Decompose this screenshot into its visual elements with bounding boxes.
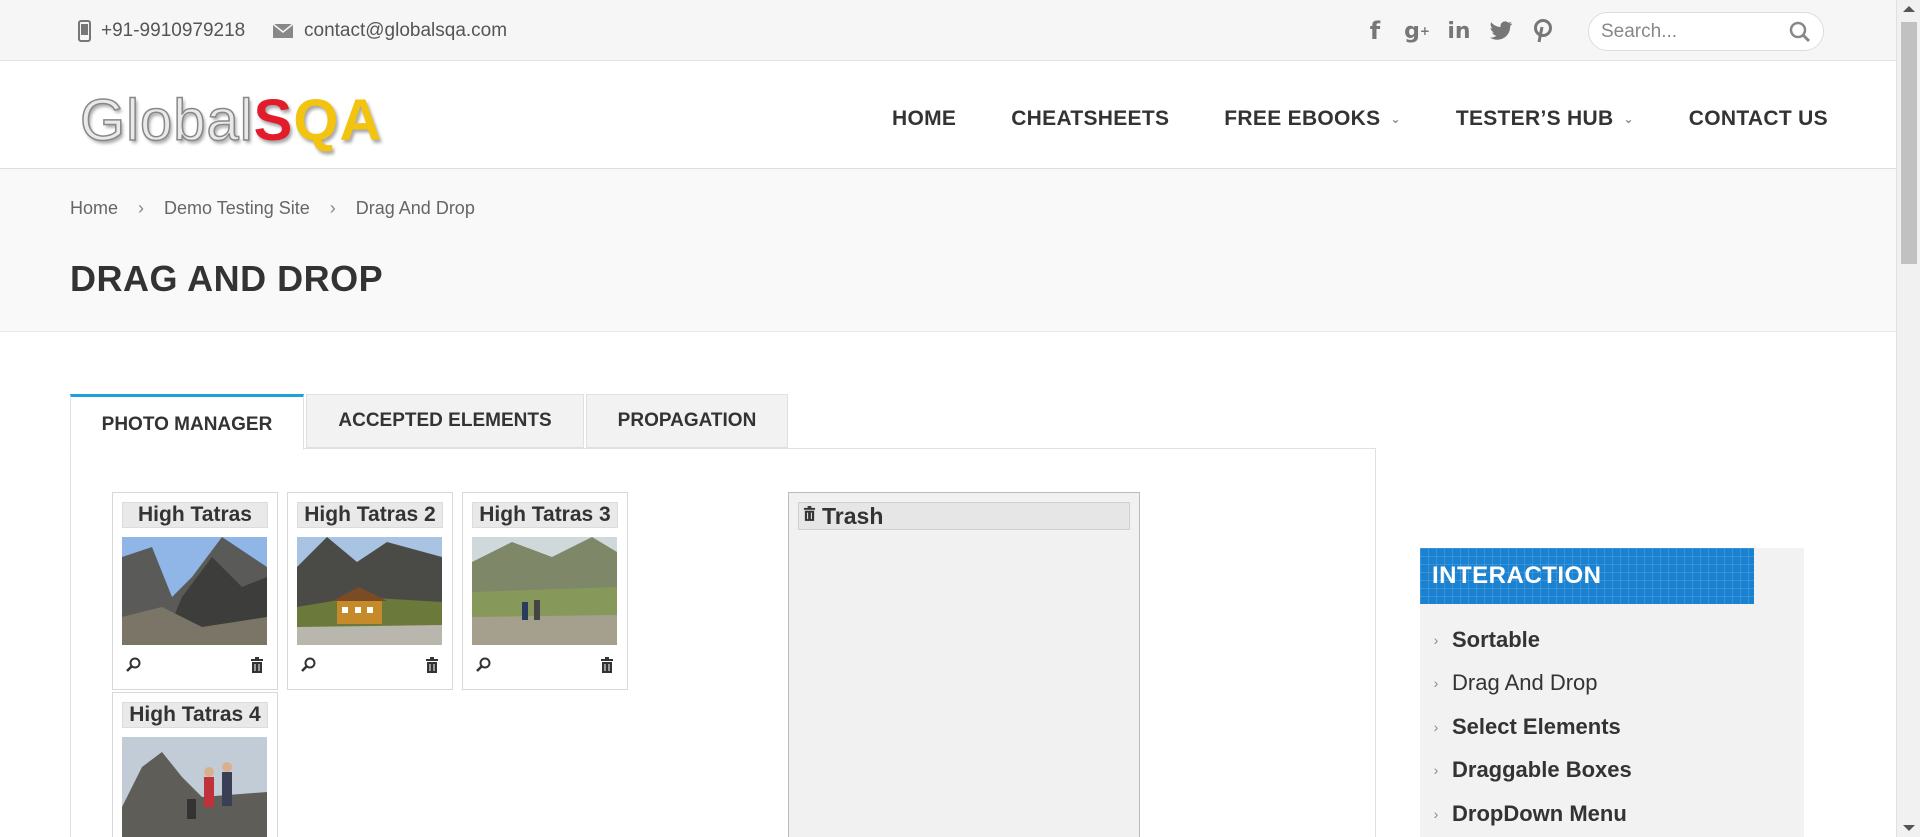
breadcrumb-current: Drag And Drop <box>355 198 475 218</box>
sidebar-item-label: Sortable <box>1452 626 1541 652</box>
sidebar-item-draggable-boxes[interactable]: › Draggable Boxes <box>1420 749 1804 793</box>
phone-number: +91-9910979218 <box>101 20 246 41</box>
sidebar-item-label: Select Elements <box>1452 713 1621 739</box>
mountain-photo <box>122 537 267 645</box>
gallery-item-title: High Tatras 2 <box>297 502 443 528</box>
chevron-down-icon: ⌄ <box>1623 112 1634 126</box>
hikers-photo <box>122 737 267 837</box>
sidebar-item-select-elements[interactable]: › Select Elements <box>1420 705 1804 749</box>
main-nav: HOME CHEATSHEETS FREE EBOOKS ⌄ TESTER’S H… <box>892 107 1828 131</box>
mobile-phone-icon <box>78 20 91 42</box>
logo-text-s: S <box>253 88 294 153</box>
trash-icon <box>803 505 816 521</box>
gallery-item-tools <box>122 650 268 680</box>
trash-icon[interactable] <box>425 657 439 673</box>
breadcrumb: Home › Demo Testing Site › Drag And Drop <box>70 198 475 219</box>
gallery-item[interactable]: High Tatras 2 <box>287 492 453 690</box>
nav-cheatsheets[interactable]: CHEATSHEETS <box>1011 107 1169 131</box>
sidebar-item-label: DropDown Menu <box>1452 800 1627 826</box>
scroll-down-arrow-icon[interactable] <box>1903 825 1915 831</box>
sidebar-list: › Sortable › Drag And Drop › Select Element… <box>1420 618 1804 836</box>
chevron-right-icon: › <box>1433 631 1439 648</box>
nav-home-label: HOME <box>892 107 957 130</box>
globalsqa-logo[interactable]: GlobalSQA <box>79 87 383 154</box>
zoom-icon[interactable] <box>476 657 492 673</box>
google-plus-icon[interactable]: g + <box>1402 16 1432 46</box>
mountain-trail-photo <box>472 537 617 645</box>
pinterest-icon[interactable] <box>1528 16 1558 46</box>
page-title-area: Home › Demo Testing Site › Drag And Drop… <box>0 170 1896 332</box>
zoom-icon[interactable] <box>126 657 142 673</box>
gallery-item[interactable]: High Tatras <box>112 492 278 690</box>
nav-contact-us[interactable]: CONTACT US <box>1689 107 1828 131</box>
mountain-hut-photo <box>297 537 442 645</box>
trash-header: Trash <box>798 502 1130 530</box>
nav-free-ebooks-label: FREE EBOOKS <box>1224 107 1381 130</box>
gallery-item-tools <box>297 650 443 680</box>
zoom-icon[interactable] <box>301 657 317 673</box>
scrollbar-thumb[interactable] <box>1901 22 1917 264</box>
trash-icon[interactable] <box>600 657 614 673</box>
chevron-right-icon: › <box>1433 805 1439 822</box>
chevron-right-icon: › <box>329 198 336 218</box>
nav-free-ebooks[interactable]: FREE EBOOKS ⌄ <box>1224 107 1401 131</box>
trash-dropzone[interactable]: Trash <box>788 492 1140 837</box>
gallery-item[interactable]: High Tatras 3 <box>462 492 628 690</box>
sidebar-item-label: Drag And Drop <box>1452 670 1598 696</box>
sidebar-item-dropdown-menu[interactable]: › DropDown Menu <box>1420 792 1804 836</box>
search-icon[interactable] <box>1789 21 1811 48</box>
interaction-sidebar: INTERACTION › Sortable › Drag And Drop › Se… <box>1420 548 1804 837</box>
sidebar-item-sortable[interactable]: › Sortable <box>1420 618 1804 662</box>
scroll-up-arrow-icon[interactable] <box>1903 6 1915 12</box>
envelope-icon <box>272 23 294 38</box>
logo-text-qa: QA <box>293 88 383 153</box>
search-box <box>1588 12 1824 51</box>
linkedin-icon[interactable]: in <box>1444 16 1474 46</box>
nav-home[interactable]: HOME <box>892 107 956 131</box>
sidebar-heading: INTERACTION <box>1420 548 1754 604</box>
social-links: f g + in <box>1360 16 1558 46</box>
gallery-item[interactable]: High Tatras 4 <box>112 692 278 837</box>
tab-bar: PHOTO MANAGER ACCEPTED ELEMENTS PROPAGAT… <box>70 394 790 450</box>
top-bar: +91-9910979218 contact@globalsqa.com f g… <box>0 0 1896 61</box>
breadcrumb-home[interactable]: Home <box>70 198 118 219</box>
breadcrumb-demo-testing-site[interactable]: Demo Testing Site <box>164 198 310 219</box>
twitter-icon[interactable] <box>1486 16 1516 46</box>
gallery-item-title: High Tatras 4 <box>122 702 268 728</box>
gallery-item-title: High Tatras 3 <box>472 502 618 528</box>
nav-cheatsheets-label: CHEATSHEETS <box>1011 107 1170 130</box>
search-input[interactable] <box>1601 19 1781 45</box>
tab-accepted-elements[interactable]: ACCEPTED ELEMENTS <box>306 394 584 448</box>
gallery-item-title: High Tatras <box>122 502 268 528</box>
email-address[interactable]: contact@globalsqa.com <box>304 20 507 42</box>
trash-icon[interactable] <box>250 657 264 673</box>
chevron-right-icon: › <box>1433 675 1439 692</box>
phone-contact: +91-9910979218 <box>78 20 245 42</box>
chevron-right-icon: › <box>1433 718 1439 735</box>
facebook-icon[interactable]: f <box>1360 16 1390 46</box>
trash-title: Trash <box>822 502 884 529</box>
sidebar-item-label: Draggable Boxes <box>1452 757 1632 783</box>
email-contact[interactable]: contact@globalsqa.com <box>272 20 507 42</box>
tab-propagation[interactable]: PROPAGATION <box>586 394 788 448</box>
tab-photo-manager[interactable]: PHOTO MANAGER <box>70 394 304 450</box>
sidebar-item-drag-and-drop[interactable]: › Drag And Drop <box>1420 662 1804 706</box>
page-title: DRAG AND DROP <box>70 258 384 299</box>
logo-text-global: Global <box>79 87 254 154</box>
chevron-right-icon: › <box>138 198 145 218</box>
nav-testers-hub-label: TESTER’S HUB <box>1455 107 1614 130</box>
chevron-right-icon: › <box>1433 762 1439 779</box>
gallery-item-tools <box>472 650 618 680</box>
vertical-scrollbar[interactable] <box>1896 0 1920 837</box>
nav-contact-us-label: CONTACT US <box>1688 107 1828 130</box>
site-header: GlobalSQA HOME CHEATSHEETS FREE EBOOKS ⌄ … <box>0 61 1896 169</box>
nav-testers-hub[interactable]: TESTER’S HUB ⌄ <box>1456 107 1634 131</box>
chevron-down-icon: ⌄ <box>1390 112 1401 126</box>
